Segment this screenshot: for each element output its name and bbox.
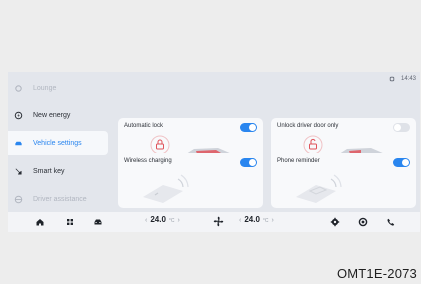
wireless-charging-toggle[interactable] — [240, 158, 257, 167]
energy-icon — [14, 111, 23, 119]
steering-wheel-icon — [14, 195, 23, 203]
sidebar-item-vehicle-settings[interactable]: Vehicle settings — [8, 131, 108, 155]
charging-pad-illustration — [143, 174, 189, 203]
left-temp-increase-button[interactable]: › — [178, 217, 180, 224]
sidebar-item-driver-assistance[interactable]: Driver assistance — [8, 187, 108, 211]
left-temp-value: 24.0 — [150, 215, 166, 224]
fan-icon[interactable] — [212, 215, 225, 228]
sidebar-item-label: Lounge — [33, 84, 57, 92]
sidebar-item-new-energy[interactable]: New energy — [8, 103, 108, 127]
card-title: Phone reminder — [277, 158, 320, 164]
sidebar-item-smart-key[interactable]: Smart key — [8, 159, 108, 183]
sidebar-item-label: New energy — [33, 111, 71, 119]
right-temp-value: 24.0 — [244, 215, 260, 224]
settings-icon[interactable] — [330, 217, 340, 227]
page: 14:43 Lounge New energy Vehicle settings… — [0, 0, 421, 284]
phone-reminder-card[interactable]: Phone reminder — [271, 153, 416, 208]
phone-icon[interactable] — [386, 217, 396, 227]
phone-pad-illustration — [296, 174, 342, 203]
right-temp-decrease-button[interactable]: ‹ — [239, 217, 241, 224]
right-temp-increase-button[interactable]: › — [272, 217, 274, 224]
card-title: Wireless charging — [124, 158, 172, 164]
sidebar-item-label: Vehicle settings — [33, 139, 82, 147]
status-bar: 14:43 — [389, 76, 416, 82]
car-icon — [15, 141, 22, 145]
card-title: Unlock driver door only — [277, 123, 339, 129]
target-icon[interactable] — [358, 217, 368, 227]
sidebar-item-lounge[interactable]: Lounge — [8, 76, 108, 100]
infotainment-screen: 14:43 Lounge New energy Vehicle settings… — [8, 72, 420, 232]
home-icon[interactable] — [35, 217, 45, 227]
wireless-charging-card[interactable]: Wireless charging — [118, 153, 263, 208]
connection-icon — [389, 76, 395, 82]
key-icon — [15, 168, 22, 175]
right-temp-unit: °C — [262, 218, 269, 224]
sidebar-item-label: Smart key — [33, 167, 65, 175]
figure-code: OMT1E-2073 — [336, 266, 417, 281]
card-title: Automatic lock — [124, 123, 164, 129]
lounge-icon — [15, 84, 22, 92]
left-temp-unit: °C — [168, 218, 175, 224]
status-time: 14:43 — [400, 76, 416, 82]
unlock-driver-door-toggle[interactable] — [393, 123, 410, 132]
sidebar-item-label: Driver assistance — [33, 195, 87, 203]
left-temperature-control: ‹ 24.0 °C › — [145, 215, 180, 224]
apps-grid-icon[interactable] — [65, 217, 75, 227]
car-icon[interactable] — [93, 217, 103, 227]
automatic-lock-toggle[interactable] — [240, 123, 257, 132]
phone-reminder-toggle[interactable] — [393, 158, 410, 167]
left-temp-decrease-button[interactable]: ‹ — [145, 217, 147, 224]
sidebar: Lounge New energy Vehicle settings Smart… — [8, 72, 118, 212]
bottom-bar: ‹ 24.0 °C › ‹ 24.0 °C › — [8, 212, 420, 232]
right-temperature-control: ‹ 24.0 °C › — [239, 215, 274, 224]
